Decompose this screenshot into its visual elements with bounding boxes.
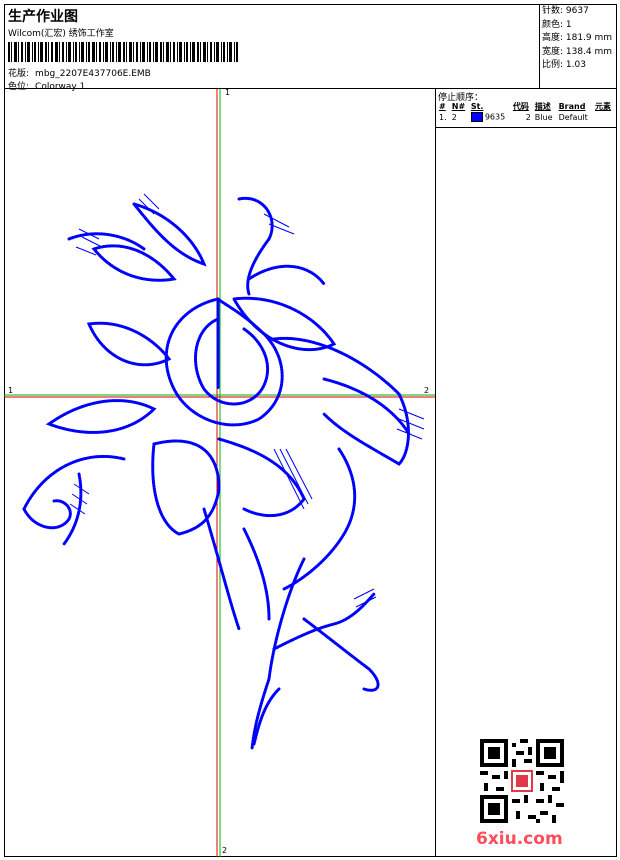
panel-divider <box>436 127 617 128</box>
row-stitches: 9635 <box>484 112 506 122</box>
file-label: 花版: <box>8 69 30 79</box>
col-stitches: St. <box>470 102 484 111</box>
row-elements <box>593 112 615 122</box>
stop-table-header: # N# St. 代码 描述 Brand 元素 <box>437 101 615 112</box>
stop-sequence-table: # N# St. 代码 描述 Brand 元素 1. 2 9635 2 Blue… <box>437 101 615 122</box>
file-name: mbg_2207E437706E.EMB <box>35 69 151 79</box>
stat-scale: 比例: 1.03 <box>542 60 586 70</box>
col-needle: N# <box>451 102 466 111</box>
row-brand: Default <box>558 112 588 122</box>
design-stats: 针数: 9637 颜色: 1 高度: 181.9 mm 宽度: 138.4 mm… <box>539 4 617 88</box>
thread-color-swatch <box>470 112 483 122</box>
col-brand: Brand <box>558 102 586 111</box>
design-canvas: 1 2 1 2 <box>4 89 436 857</box>
stat-width: 宽度: 138.4 mm <box>542 46 613 57</box>
row-stitches-cell: 9635 <box>469 112 511 122</box>
axis-y-end-label: 2 <box>222 846 228 855</box>
company-name: Wilcom(汇宏) 绣饰工作室 <box>8 29 114 39</box>
col-elements: 元素 <box>595 102 612 111</box>
embroidery-preview <box>4 89 435 857</box>
stat-height: 高度: 181.9 mm <box>542 33 613 43</box>
axis-x-start-label: 1 <box>8 386 14 395</box>
col-index: # <box>439 102 446 111</box>
stat-stitches: 针数: 9637 <box>542 6 589 16</box>
table-row: 1. 2 9635 2 Blue Default <box>437 112 615 122</box>
axis-y-start-label: 1 <box>225 89 231 97</box>
col-description: 描述 <box>534 102 551 111</box>
row-description: Blue <box>534 112 553 122</box>
axis-x-end-label: 2 <box>424 386 430 395</box>
page-title: 生产作业图 <box>8 9 78 25</box>
header: 生产作业图 Wilcom(汇宏) 绣饰工作室 花版: mbg_2207E4377… <box>4 4 539 92</box>
row-needle: 2 <box>451 112 457 122</box>
stat-colors: 颜色: 1 <box>542 19 572 30</box>
row-index: 1. <box>439 112 447 122</box>
col-code: 代码 <box>512 102 529 111</box>
stop-sequence-panel: 停止顺序： # N# St. 代码 描述 Brand 元素 1. 2 9635 … <box>436 89 617 857</box>
row-code: 2 <box>525 112 531 122</box>
qr-code <box>480 739 564 823</box>
file-name-line: 花版: mbg_2207E437706E.EMB <box>8 66 151 79</box>
watermark-text: 6xiu.com <box>476 829 563 849</box>
barcode <box>8 42 238 62</box>
